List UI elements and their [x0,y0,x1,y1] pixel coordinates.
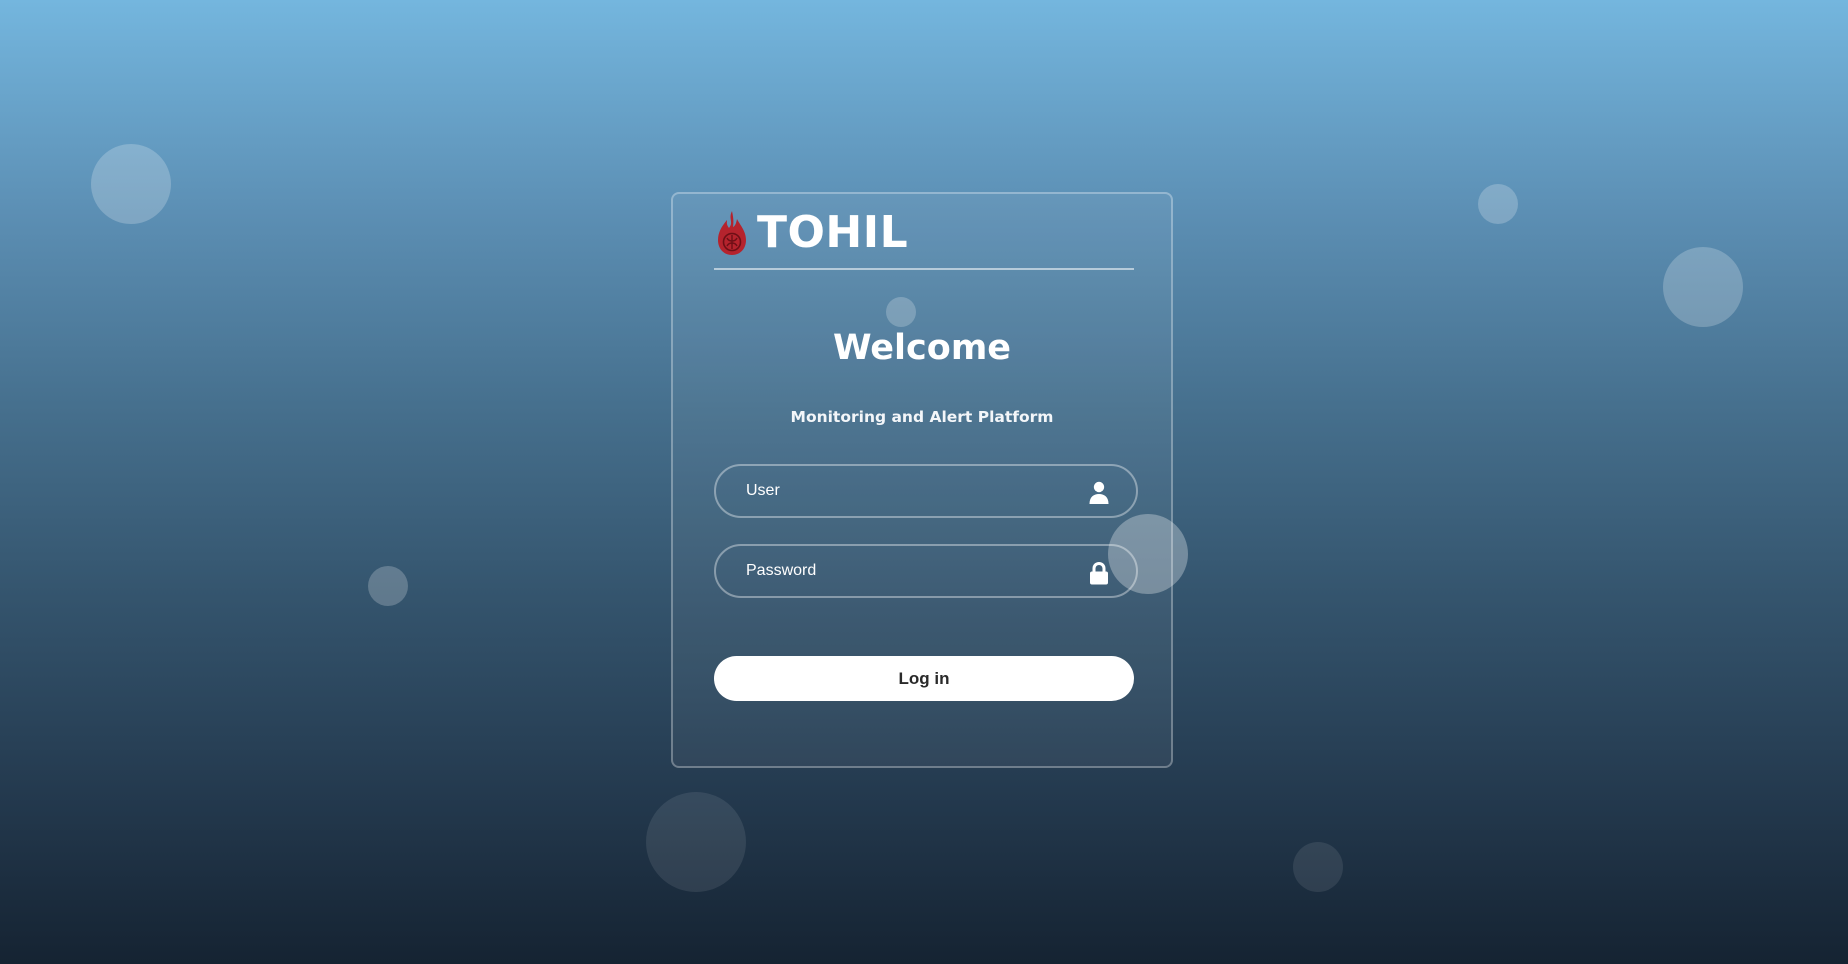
user-input[interactable] [716,466,1136,516]
background-bubble [368,566,408,606]
welcome-title: Welcome [832,328,1012,368]
password-field [714,544,1138,598]
background-bubble [1108,514,1188,594]
brand-name: TOHIL [757,207,909,258]
welcome-subtitle: Monitoring and Alert Platform [790,408,1054,426]
background-bubble [1293,842,1343,892]
login-button[interactable]: Log in [714,656,1134,701]
user-field [714,464,1138,518]
background-bubble [646,792,746,892]
background-bubble [1478,184,1518,224]
flame-logo-icon [715,209,749,257]
background-bubble [1663,247,1743,327]
password-input[interactable] [716,546,1136,596]
background-bubble [91,144,171,224]
lock-icon [1088,561,1110,585]
brand-divider [714,268,1134,270]
user-icon [1088,481,1110,505]
brand: TOHIL [715,206,908,260]
background-bubble [886,297,916,327]
login-card: TOHIL Welcome Monitoring and Alert Platf… [671,192,1173,768]
